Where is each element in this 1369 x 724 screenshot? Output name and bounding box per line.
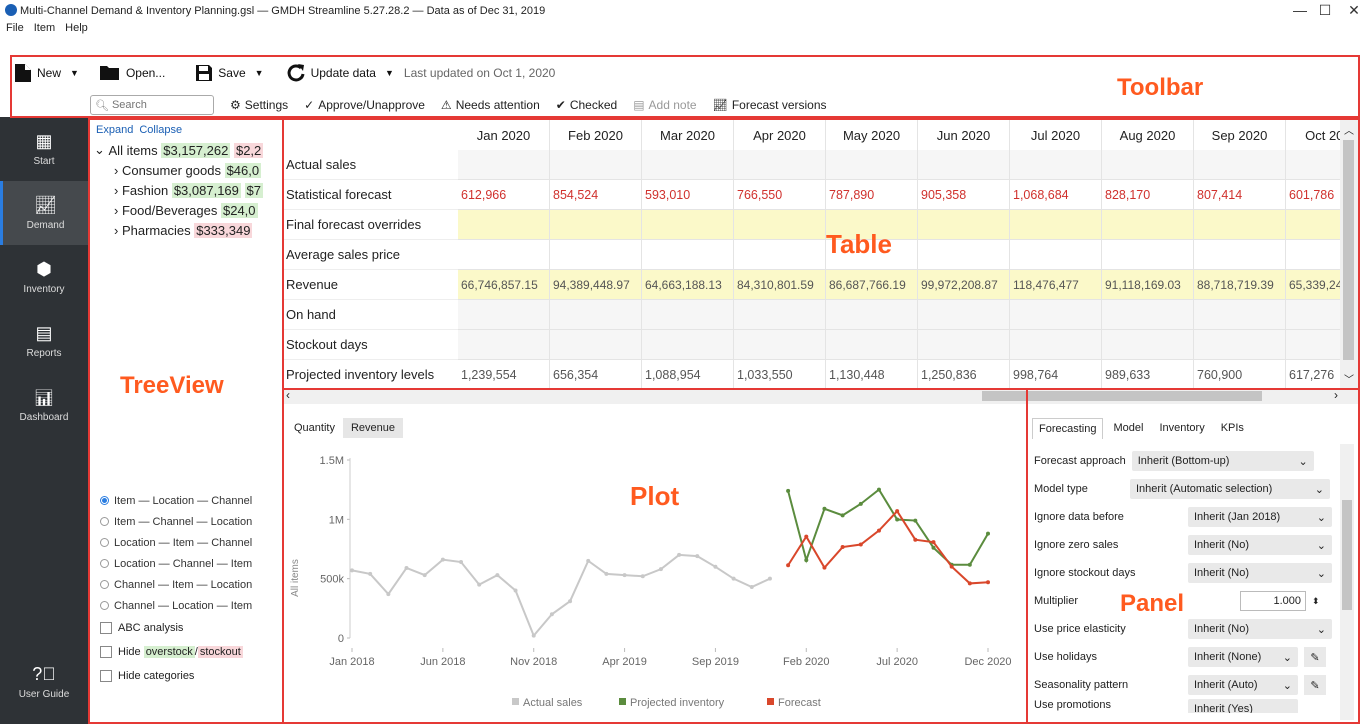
help-circle-icon: ?⃝	[32, 664, 56, 684]
toolbar-annotation: Toolbar	[1117, 74, 1204, 101]
close-button[interactable]: ✕	[1342, 2, 1366, 19]
menu-item[interactable]: Item	[34, 22, 55, 40]
table-annotation: Table	[826, 229, 892, 259]
menu-help[interactable]: Help	[65, 22, 88, 40]
panel-highlight	[1026, 388, 1360, 724]
nav-start-label: Start	[33, 156, 55, 167]
line-chart-icon: 📈︎	[34, 195, 57, 215]
grid-icon: ▦	[35, 131, 53, 151]
panel-annotation: Panel	[1120, 590, 1185, 617]
plot-annotation: Plot	[630, 481, 680, 511]
nav-user-guide-label: User Guide	[18, 689, 70, 700]
nav-inventory[interactable]: ⬢ Inventory	[0, 245, 88, 309]
nav-demand[interactable]: 📈︎ Demand	[0, 181, 88, 245]
nav-dashboard[interactable]: 📊︎ Dashboard	[0, 373, 88, 437]
report-icon: ▤	[35, 323, 53, 343]
nav-dashboard-label: Dashboard	[19, 411, 69, 423]
nav-reports[interactable]: ▤ Reports	[0, 309, 88, 373]
nav-reports-label: Reports	[26, 348, 62, 359]
maximize-button[interactable]: ☐	[1313, 2, 1337, 19]
treeview-annotation: TreeView	[120, 372, 224, 399]
nav-start[interactable]: ▦ Start	[0, 117, 88, 181]
menu-bar: File Item Help	[0, 22, 88, 40]
table-highlight	[282, 118, 1360, 390]
nav-inventory-label: Inventory	[23, 284, 65, 295]
nav-demand-label: Demand	[26, 220, 65, 231]
app-icon	[5, 4, 17, 16]
treeview-highlight	[88, 118, 284, 724]
plot-highlight	[282, 388, 1028, 724]
nav-user-guide[interactable]: ?⃝ User Guide	[0, 650, 88, 714]
title-bar: Multi-Channel Demand & Inventory Plannin…	[0, 0, 1369, 22]
menu-file[interactable]: File	[6, 22, 24, 40]
minimize-button[interactable]: —	[1288, 2, 1312, 18]
sidebar: ▦ Start 📈︎ Demand ⬢ Inventory ▤ Reports …	[0, 117, 88, 724]
window-title: Multi-Channel Demand & Inventory Plannin…	[20, 5, 546, 17]
bar-chart-icon: 📊︎	[33, 389, 55, 407]
box-icon: ⬢	[36, 259, 52, 279]
